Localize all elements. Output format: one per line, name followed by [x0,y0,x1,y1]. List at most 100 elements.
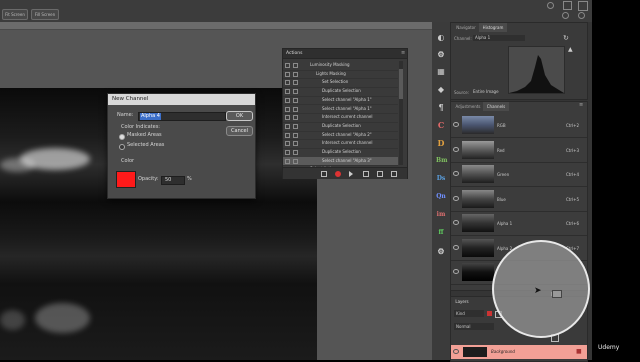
styles-icon[interactable]: ◆ [436,84,446,94]
dialog-toggle-checkbox[interactable] [293,106,298,112]
selected-areas-radio[interactable] [119,144,125,150]
filter-kind-select[interactable]: Kind [454,310,484,317]
dialog-toggle-checkbox[interactable] [293,97,298,103]
dialog-toggle-checkbox[interactable] [293,80,298,86]
scrollbar-thumb[interactable] [399,69,403,99]
cancel-button[interactable]: Cancel [226,126,253,136]
action-toggle-checkbox[interactable] [285,106,290,112]
background-layer-row[interactable]: Background ■ [451,345,587,359]
new-action-icon[interactable] [377,171,383,177]
action-toggle-checkbox[interactable] [285,123,290,129]
visibility-eye-icon[interactable] [453,122,459,127]
refresh-icon[interactable]: ↻ [563,34,569,42]
dialog-toggle-checkbox[interactable] [293,141,298,147]
record-icon[interactable] [335,171,341,177]
channel-row[interactable]: Green Ctrl+4 [451,162,587,187]
dialog-toggle-checkbox[interactable] [293,132,298,138]
channel-row[interactable]: Blue Ctrl+5 [451,187,587,212]
dialog-toggle-checkbox[interactable] [293,115,298,121]
color-label: Color [121,158,135,164]
brush-icon[interactable]: ◐ [436,32,446,42]
channel-thumbnail [462,189,494,208]
dialog-toggle-checkbox[interactable] [293,63,298,68]
plugin-bm-icon[interactable]: Bm [436,156,447,166]
dialog-toggle-checkbox[interactable] [293,158,298,164]
channel-row[interactable]: Red Ctrl+3 [451,138,587,163]
action-toggle-checkbox[interactable] [285,150,290,155]
layer-thumbnail [463,347,487,357]
dialog-toggle-checkbox[interactable] [293,123,298,129]
target-icon[interactable] [562,12,569,19]
dialog-toggle-checkbox[interactable] [293,150,298,155]
plugin-ds-icon[interactable]: Ds [436,174,446,184]
action-toggle-checkbox[interactable] [285,97,290,103]
visibility-eye-icon[interactable] [453,195,459,201]
action-label: Luminosity Masking [310,62,350,67]
channel-thumbnail [462,140,494,159]
stop-icon[interactable] [321,171,327,177]
mouse-cursor-icon: ➤ [534,286,542,296]
trash-icon[interactable] [391,171,397,177]
tab-navigator[interactable]: Navigator [453,23,479,32]
action-toggle-checkbox[interactable] [285,71,290,77]
action-toggle-checkbox[interactable] [285,132,290,138]
action-label: Duplicate Selection [322,122,361,128]
new-channel-icon[interactable] [552,290,562,298]
channel-name-input[interactable]: Alpha 4 [138,112,226,121]
filter-pixel-icon[interactable] [487,311,492,316]
new-set-icon[interactable] [363,171,369,177]
masked-areas-radio[interactable] [119,134,125,140]
play-icon[interactable] [349,171,353,177]
dialog-toggle-checkbox[interactable] [293,89,298,95]
channel-row[interactable]: Alpha 1 Ctrl+6 [451,211,587,236]
tab-channels[interactable]: Channels [483,102,509,111]
action-toggle-checkbox[interactable] [285,80,290,86]
histogram-shape [509,55,564,93]
color-swatch[interactable] [116,171,136,188]
plugin-qn-icon[interactable]: Qn [436,192,446,202]
blend-mode-select[interactable]: Normal [454,323,494,330]
dialog-toggle-checkbox[interactable] [293,71,298,77]
actions-footer [283,167,407,179]
channel-thumbnail [462,263,494,281]
channel-row[interactable]: RGB Ctrl+2 [451,113,587,138]
share-icon[interactable] [578,1,588,11]
swatches-icon[interactable]: ▦ [436,66,446,76]
ok-button[interactable]: OK [226,111,253,121]
visibility-eye-icon[interactable] [453,244,459,250]
actions-scrollbar[interactable] [399,61,403,165]
plugin-ff-icon[interactable]: ff [436,228,446,238]
opacity-input[interactable]: 50 [161,176,185,185]
visibility-eye-icon[interactable] [453,269,459,274]
tab-layers[interactable]: Layers [453,297,471,306]
fill-screen-button[interactable]: Fill Screen [31,9,59,20]
fit-screen-button[interactable]: Fit Screen [2,9,28,20]
paragraph-icon[interactable]: ¶ [436,102,446,112]
tab-adjustments[interactable]: Adjustments [453,102,483,111]
plugin-c-icon[interactable]: C [436,120,446,130]
panel-menu-icon[interactable]: ≡ [579,102,583,108]
channel-select[interactable]: Alpha 1 [473,35,525,41]
visibility-eye-icon[interactable] [453,349,459,354]
action-toggle-checkbox[interactable] [285,141,290,147]
action-toggle-checkbox[interactable] [285,63,290,68]
workspace-icon[interactable] [563,1,572,10]
action-toggle-checkbox[interactable] [285,89,290,95]
plugin-d-icon[interactable]: D [436,138,446,148]
settings-icon[interactable] [578,12,585,19]
visibility-eye-icon[interactable] [453,220,459,225]
visibility-eye-icon[interactable] [453,146,459,152]
action-toggle-checkbox[interactable] [285,158,290,164]
cloud-highlight [0,158,35,172]
action-toggle-checkbox[interactable] [285,115,290,121]
gear-icon[interactable]: ⚙ [436,246,446,256]
search-icon[interactable] [547,2,554,9]
channel-name: Green [497,172,510,177]
visibility-eye-icon[interactable] [453,171,459,176]
adjust-icon[interactable]: ⚙ [436,49,446,59]
letterbox [592,0,640,360]
plugin-im-icon[interactable]: im [436,210,446,220]
panel-menu-icon[interactable]: ≡ [401,50,405,56]
channel-name-value: Alpha 4 [140,113,161,120]
tab-histogram[interactable]: Histogram [479,23,507,32]
